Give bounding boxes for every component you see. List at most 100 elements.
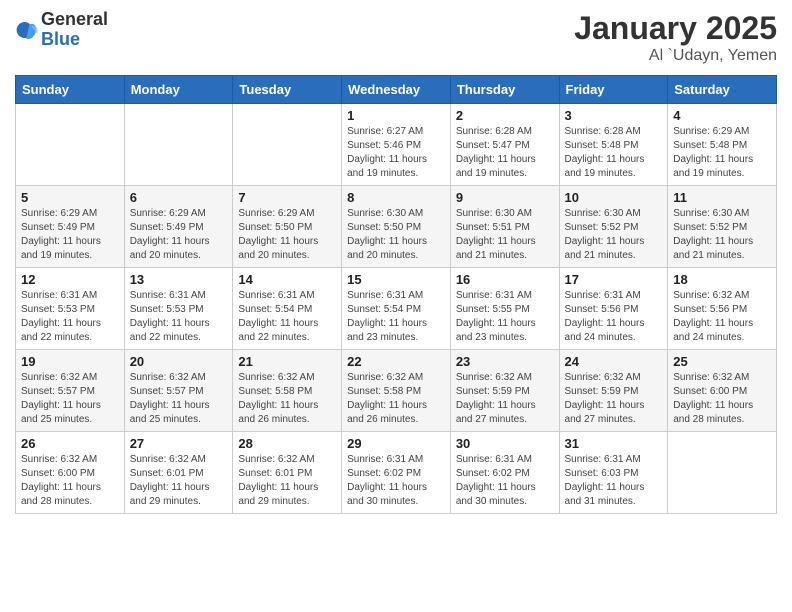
day-info: Sunrise: 6:31 AM Sunset: 5:56 PM Dayligh… — [565, 289, 663, 345]
day-number: 5 — [21, 190, 119, 205]
day-number: 11 — [673, 190, 771, 205]
day-info: Sunrise: 6:30 AM Sunset: 5:52 PM Dayligh… — [673, 207, 771, 263]
calendar-cell: 9 Sunrise: 6:30 AM Sunset: 5:51 PM Daylig… — [450, 186, 559, 268]
day-number: 18 — [673, 272, 771, 287]
calendar-cell: 31 Sunrise: 6:31 AM Sunset: 6:03 PM Dayli… — [559, 432, 668, 514]
calendar-cell: 5 Sunrise: 6:29 AM Sunset: 5:49 PM Daylig… — [16, 186, 125, 268]
day-number: 13 — [130, 272, 228, 287]
calendar-cell: 30 Sunrise: 6:31 AM Sunset: 6:02 PM Dayli… — [450, 432, 559, 514]
header-row: SundayMondayTuesdayWednesdayThursdayFrid… — [16, 76, 777, 104]
day-info: Sunrise: 6:32 AM Sunset: 5:59 PM Dayligh… — [456, 371, 554, 427]
weekday-header: Thursday — [450, 76, 559, 104]
day-number: 21 — [238, 354, 336, 369]
day-info: Sunrise: 6:31 AM Sunset: 5:53 PM Dayligh… — [21, 289, 119, 345]
day-number: 20 — [130, 354, 228, 369]
calendar-cell: 2 Sunrise: 6:28 AM Sunset: 5:47 PM Daylig… — [450, 104, 559, 186]
header: General Blue January 2025 Al `Udayn, Yem… — [15, 10, 777, 65]
calendar-cell: 16 Sunrise: 6:31 AM Sunset: 5:55 PM Dayli… — [450, 268, 559, 350]
weekday-header: Wednesday — [342, 76, 451, 104]
calendar-cell: 10 Sunrise: 6:30 AM Sunset: 5:52 PM Dayli… — [559, 186, 668, 268]
calendar-cell: 29Sunrise: 6:31 AM Sunset: 6:02 PM Dayli… — [342, 432, 451, 514]
calendar-cell: 24Sunrise: 6:32 AM Sunset: 5:59 PM Dayli… — [559, 350, 668, 432]
day-info: Sunrise: 6:30 AM Sunset: 5:50 PM Dayligh… — [347, 207, 445, 263]
calendar-cell — [668, 432, 777, 514]
day-info: Sunrise: 6:31 AM Sunset: 5:53 PM Dayligh… — [130, 289, 228, 345]
day-info: Sunrise: 6:27 AM Sunset: 5:46 PM Dayligh… — [347, 125, 445, 181]
calendar-container: General Blue January 2025 Al `Udayn, Yem… — [0, 0, 792, 524]
day-number: 3 — [565, 108, 663, 123]
day-number: 6 — [130, 190, 228, 205]
day-info: Sunrise: 6:30 AM Sunset: 5:52 PM Dayligh… — [565, 207, 663, 263]
day-number: 15 — [347, 272, 445, 287]
title-section: January 2025 Al `Udayn, Yemen — [574, 10, 777, 65]
weekday-header: Saturday — [668, 76, 777, 104]
calendar-cell: 7 Sunrise: 6:29 AM Sunset: 5:50 PM Daylig… — [233, 186, 342, 268]
day-info: Sunrise: 6:32 AM Sunset: 6:00 PM Dayligh… — [21, 453, 119, 509]
calendar-cell: 8 Sunrise: 6:30 AM Sunset: 5:50 PM Daylig… — [342, 186, 451, 268]
calendar-cell: 18 Sunrise: 6:32 AM Sunset: 5:56 PM Dayli… — [668, 268, 777, 350]
calendar-cell: 15 Sunrise: 6:31 AM Sunset: 5:54 PM Dayli… — [342, 268, 451, 350]
calendar-cell — [16, 104, 125, 186]
day-info: Sunrise: 6:32 AM Sunset: 5:57 PM Dayligh… — [130, 371, 228, 427]
day-number: 7 — [238, 190, 336, 205]
calendar-cell: 11 Sunrise: 6:30 AM Sunset: 5:52 PM Dayli… — [668, 186, 777, 268]
day-number: 4 — [673, 108, 771, 123]
calendar-cell: 26 Sunrise: 6:32 AM Sunset: 6:00 PM Dayli… — [16, 432, 125, 514]
calendar-cell: 1Sunrise: 6:27 AM Sunset: 5:46 PM Daylig… — [342, 104, 451, 186]
day-number: 26 — [21, 436, 119, 451]
day-number: 17 — [565, 272, 663, 287]
day-number: 19 — [21, 354, 119, 369]
calendar-cell: 20 Sunrise: 6:32 AM Sunset: 5:57 PM Dayli… — [124, 350, 233, 432]
calendar-week-row: 26 Sunrise: 6:32 AM Sunset: 6:00 PM Dayli… — [16, 432, 777, 514]
calendar-cell: 27 Sunrise: 6:32 AM Sunset: 6:01 PM Dayli… — [124, 432, 233, 514]
day-info: Sunrise: 6:32 AM Sunset: 5:58 PM Dayligh… — [347, 371, 445, 427]
calendar-cell: 13 Sunrise: 6:31 AM Sunset: 5:53 PM Dayli… — [124, 268, 233, 350]
calendar-table: SundayMondayTuesdayWednesdayThursdayFrid… — [15, 75, 777, 514]
logo-text: General Blue — [41, 10, 108, 50]
day-number: 16 — [456, 272, 554, 287]
day-info: Sunrise: 6:32 AM Sunset: 6:01 PM Dayligh… — [238, 453, 336, 509]
calendar-title: January 2025 — [574, 10, 777, 47]
day-info: Sunrise: 6:29 AM Sunset: 5:49 PM Dayligh… — [130, 207, 228, 263]
day-info: Sunrise: 6:32 AM Sunset: 6:01 PM Dayligh… — [130, 453, 228, 509]
day-number: 10 — [565, 190, 663, 205]
day-number: 8 — [347, 190, 445, 205]
day-info: Sunrise: 6:31 AM Sunset: 5:54 PM Dayligh… — [238, 289, 336, 345]
calendar-week-row: 1Sunrise: 6:27 AM Sunset: 5:46 PM Daylig… — [16, 104, 777, 186]
day-number: 29 — [347, 436, 445, 451]
calendar-week-row: 5 Sunrise: 6:29 AM Sunset: 5:49 PM Daylig… — [16, 186, 777, 268]
day-info: Sunrise: 6:31 AM Sunset: 6:02 PM Dayligh… — [456, 453, 554, 509]
day-number: 22 — [347, 354, 445, 369]
day-info: Sunrise: 6:32 AM Sunset: 5:56 PM Dayligh… — [673, 289, 771, 345]
day-info: Sunrise: 6:29 AM Sunset: 5:50 PM Dayligh… — [238, 207, 336, 263]
weekday-header: Monday — [124, 76, 233, 104]
day-number: 30 — [456, 436, 554, 451]
calendar-cell: 23 Sunrise: 6:32 AM Sunset: 5:59 PM Dayli… — [450, 350, 559, 432]
day-info: Sunrise: 6:31 AM Sunset: 5:54 PM Dayligh… — [347, 289, 445, 345]
day-info: Sunrise: 6:31 AM Sunset: 6:03 PM Dayligh… — [565, 453, 663, 509]
day-info: Sunrise: 6:30 AM Sunset: 5:51 PM Dayligh… — [456, 207, 554, 263]
day-number: 14 — [238, 272, 336, 287]
logo-general: General — [41, 10, 108, 30]
day-info: Sunrise: 6:31 AM Sunset: 5:55 PM Dayligh… — [456, 289, 554, 345]
calendar-cell: 4 Sunrise: 6:29 AM Sunset: 5:48 PM Daylig… — [668, 104, 777, 186]
calendar-cell: 21Sunrise: 6:32 AM Sunset: 5:58 PM Dayli… — [233, 350, 342, 432]
logo: General Blue — [15, 10, 108, 50]
day-info: Sunrise: 6:29 AM Sunset: 5:49 PM Dayligh… — [21, 207, 119, 263]
day-info: Sunrise: 6:29 AM Sunset: 5:48 PM Dayligh… — [673, 125, 771, 181]
weekday-header: Friday — [559, 76, 668, 104]
day-number: 27 — [130, 436, 228, 451]
calendar-subtitle: Al `Udayn, Yemen — [574, 47, 777, 65]
day-number: 25 — [673, 354, 771, 369]
calendar-cell: 17 Sunrise: 6:31 AM Sunset: 5:56 PM Dayli… — [559, 268, 668, 350]
weekday-header: Tuesday — [233, 76, 342, 104]
day-number: 31 — [565, 436, 663, 451]
calendar-cell: 6 Sunrise: 6:29 AM Sunset: 5:49 PM Daylig… — [124, 186, 233, 268]
calendar-cell: 14 Sunrise: 6:31 AM Sunset: 5:54 PM Dayli… — [233, 268, 342, 350]
day-number: 9 — [456, 190, 554, 205]
day-number: 23 — [456, 354, 554, 369]
day-number: 2 — [456, 108, 554, 123]
day-number: 24 — [565, 354, 663, 369]
day-number: 12 — [21, 272, 119, 287]
day-info: Sunrise: 6:28 AM Sunset: 5:47 PM Dayligh… — [456, 125, 554, 181]
